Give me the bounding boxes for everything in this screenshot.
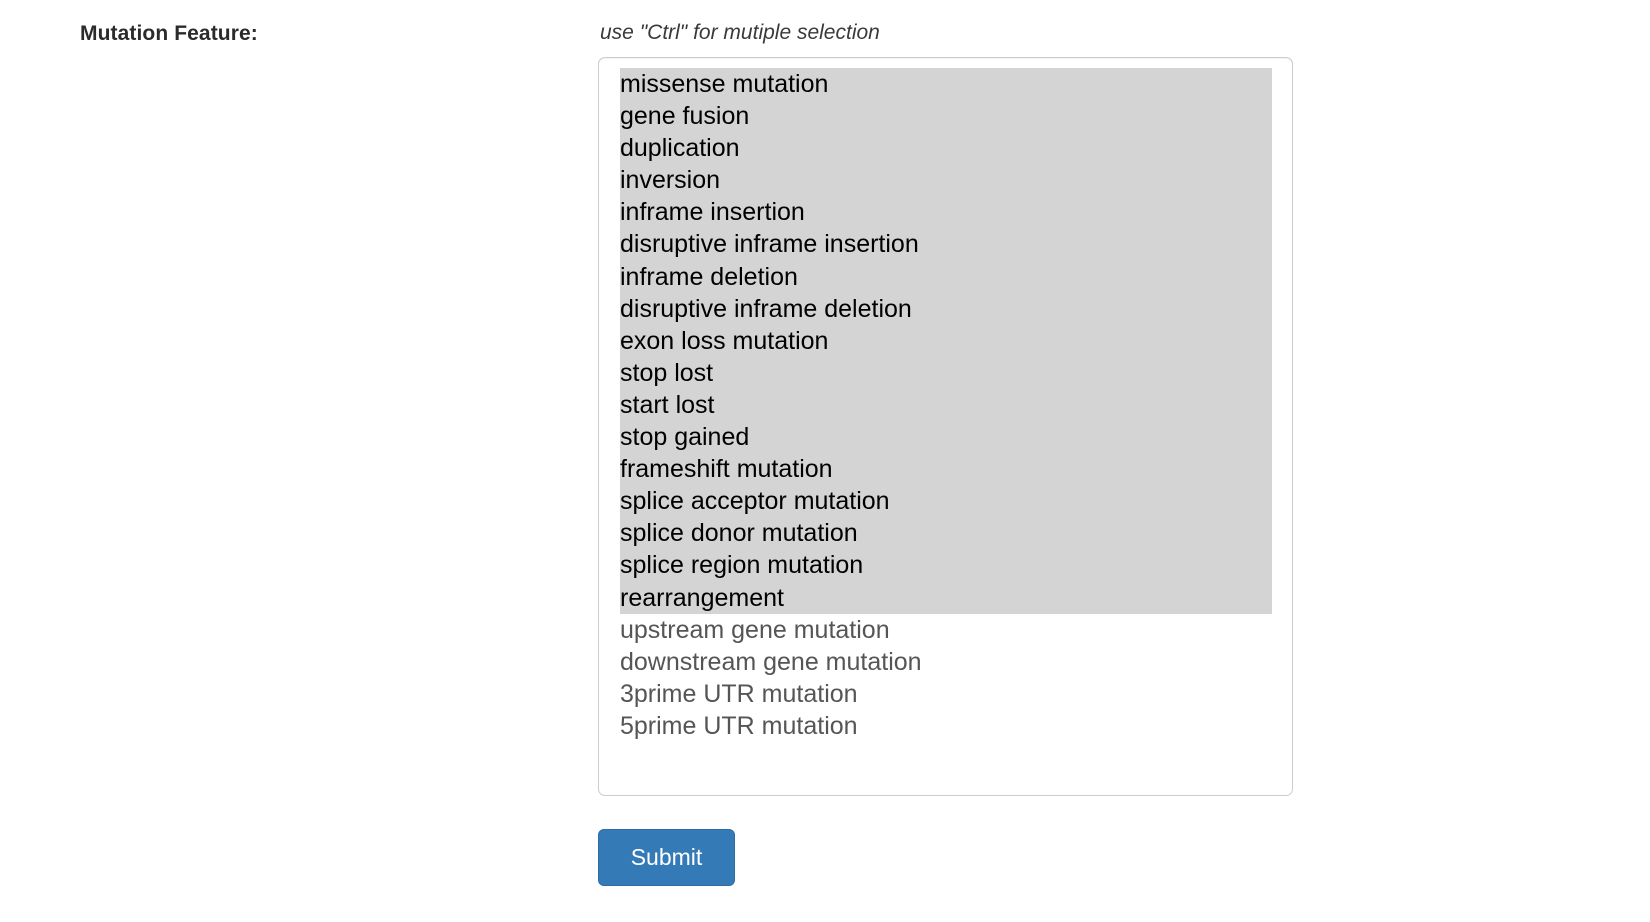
list-item[interactable]: frameshift mutation [620,453,1272,486]
list-item[interactable]: duplication [620,132,1272,165]
list-item[interactable]: 3prime UTR mutation [620,678,1292,710]
option-list: missense mutation gene fusion duplication i… [620,68,1292,742]
list-item[interactable]: 5prime UTR mutation [620,710,1292,742]
list-item[interactable]: inframe insertion [620,196,1272,229]
list-item[interactable]: inframe deletion [620,260,1272,293]
list-item[interactable]: inversion [620,164,1272,197]
list-item[interactable]: splice acceptor mutation [620,485,1272,518]
list-item[interactable]: disruptive inframe deletion [620,292,1272,325]
list-item[interactable]: stop gained [620,421,1272,454]
mutation-feature-label: Mutation Feature: [80,22,258,45]
list-item[interactable]: start lost [620,388,1272,422]
list-item[interactable]: gene fusion [620,100,1272,133]
multiple-selection-hint: use "Ctrl" for mutiple selection [600,21,880,44]
list-item[interactable]: stop lost [620,356,1272,389]
submit-button[interactable]: Submit [598,829,735,886]
list-item[interactable]: splice donor mutation [620,517,1272,550]
list-item[interactable]: downstream gene mutation [620,646,1292,678]
list-item[interactable]: splice region mutation [620,549,1272,582]
list-item[interactable]: rearrangement [620,581,1272,614]
mutation-feature-form-row: Mutation Feature: use "Ctrl" for mutiple… [0,0,1650,922]
control-column: use "Ctrl" for mutiple selection [598,20,1298,46]
mutation-feature-listbox[interactable]: missense mutation gene fusion duplication i… [598,57,1293,796]
list-item[interactable]: missense mutation [620,68,1272,101]
list-item[interactable]: disruptive inframe insertion [620,228,1272,261]
list-item[interactable]: exon loss mutation [620,324,1272,357]
list-item[interactable]: upstream gene mutation [620,614,1292,646]
